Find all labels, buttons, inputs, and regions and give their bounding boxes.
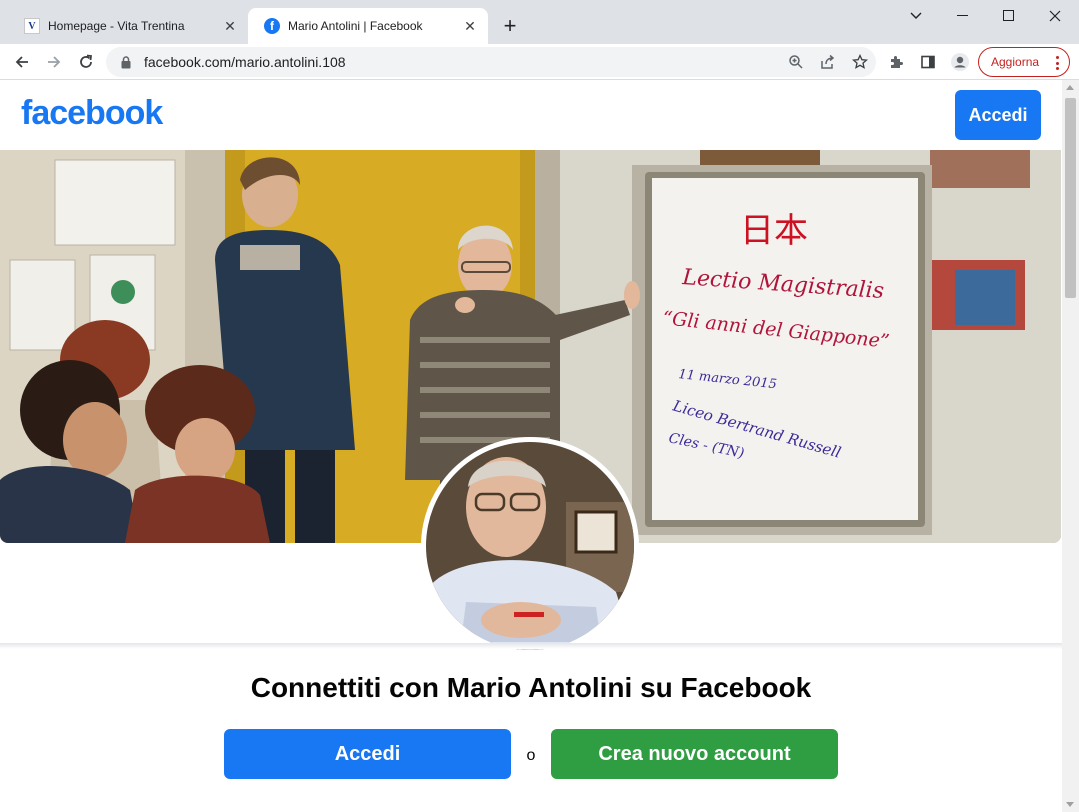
tab-facebook[interactable]: f Mario Antolini | Facebook ✕	[248, 8, 488, 44]
lock-icon[interactable]	[118, 54, 134, 70]
bookmark-star-icon[interactable]	[844, 47, 876, 77]
maximize-button[interactable]	[986, 0, 1032, 32]
close-icon	[1049, 10, 1061, 22]
close-tab-icon[interactable]: ✕	[222, 18, 238, 34]
browser-toolbar: facebook.com/mario.antolini.108 Aggiorna	[0, 44, 1079, 80]
login-button[interactable]: Accedi	[224, 729, 511, 779]
tab-vita-trentina[interactable]: V Homepage - Vita Trentina ✕	[8, 8, 248, 44]
update-label: Aggiorna	[991, 55, 1040, 69]
forward-button[interactable]	[38, 46, 70, 78]
tab-search-button[interactable]	[893, 0, 939, 32]
scrollbar-thumb[interactable]	[1065, 98, 1076, 298]
tab-title: Homepage - Vita Trentina	[48, 19, 185, 33]
chevron-down-icon	[910, 12, 922, 19]
maximize-icon	[1003, 10, 1014, 21]
back-button[interactable]	[6, 46, 38, 78]
cta-buttons: Accedi o Crea nuovo account	[0, 729, 1062, 779]
section-divider	[0, 643, 1062, 649]
profile-picture-illustration	[426, 442, 634, 650]
arrow-left-icon	[15, 56, 28, 68]
extensions-button[interactable]	[880, 46, 912, 78]
close-tab-icon[interactable]: ✕	[462, 18, 478, 34]
page-scrollbar[interactable]	[1062, 80, 1079, 812]
reload-button[interactable]	[70, 46, 102, 78]
share-icon[interactable]	[812, 47, 844, 77]
scroll-down-arrow-icon[interactable]	[1066, 802, 1074, 807]
create-account-button[interactable]: Crea nuovo account	[551, 729, 838, 779]
profile-button[interactable]	[944, 46, 976, 78]
arrow-right-icon	[48, 56, 61, 68]
vita-trentina-favicon-icon: V	[24, 18, 40, 34]
or-separator: o	[526, 747, 536, 764]
more-menu-icon[interactable]	[1051, 55, 1063, 71]
new-tab-button[interactable]: +	[498, 13, 522, 38]
scroll-up-arrow-icon[interactable]	[1066, 85, 1074, 90]
tab-title: Mario Antolini | Facebook	[288, 19, 423, 33]
facebook-favicon-icon: f	[264, 18, 280, 34]
page-viewport: facebook Accedi 日本 Lectio Magistralis “G…	[0, 80, 1079, 812]
header-login-button[interactable]: Accedi	[955, 90, 1041, 140]
puzzle-icon	[891, 56, 903, 68]
profile-avatar-icon	[951, 53, 969, 71]
zoom-icon[interactable]	[780, 47, 812, 77]
address-bar[interactable]: facebook.com/mario.antolini.108	[106, 47, 876, 77]
connect-heading: Connettiti con Mario Antolini su Faceboo…	[250, 672, 812, 703]
minimize-button[interactable]	[940, 0, 986, 32]
whiteboard-kanji: 日本	[740, 211, 808, 251]
facebook-header: facebook Accedi	[0, 80, 1062, 150]
close-window-button[interactable]	[1032, 0, 1078, 32]
side-panel-icon	[921, 55, 935, 69]
profile-picture[interactable]	[421, 437, 639, 655]
side-panel-button[interactable]	[912, 46, 944, 78]
tab-strip: V Homepage - Vita Trentina ✕ f Mario Ant…	[0, 0, 1079, 44]
url-text[interactable]: facebook.com/mario.antolini.108	[144, 54, 780, 70]
update-chrome-button[interactable]: Aggiorna	[978, 47, 1070, 77]
reload-icon	[80, 54, 93, 68]
facebook-logo[interactable]: facebook	[21, 94, 163, 133]
minimize-icon	[957, 15, 968, 16]
